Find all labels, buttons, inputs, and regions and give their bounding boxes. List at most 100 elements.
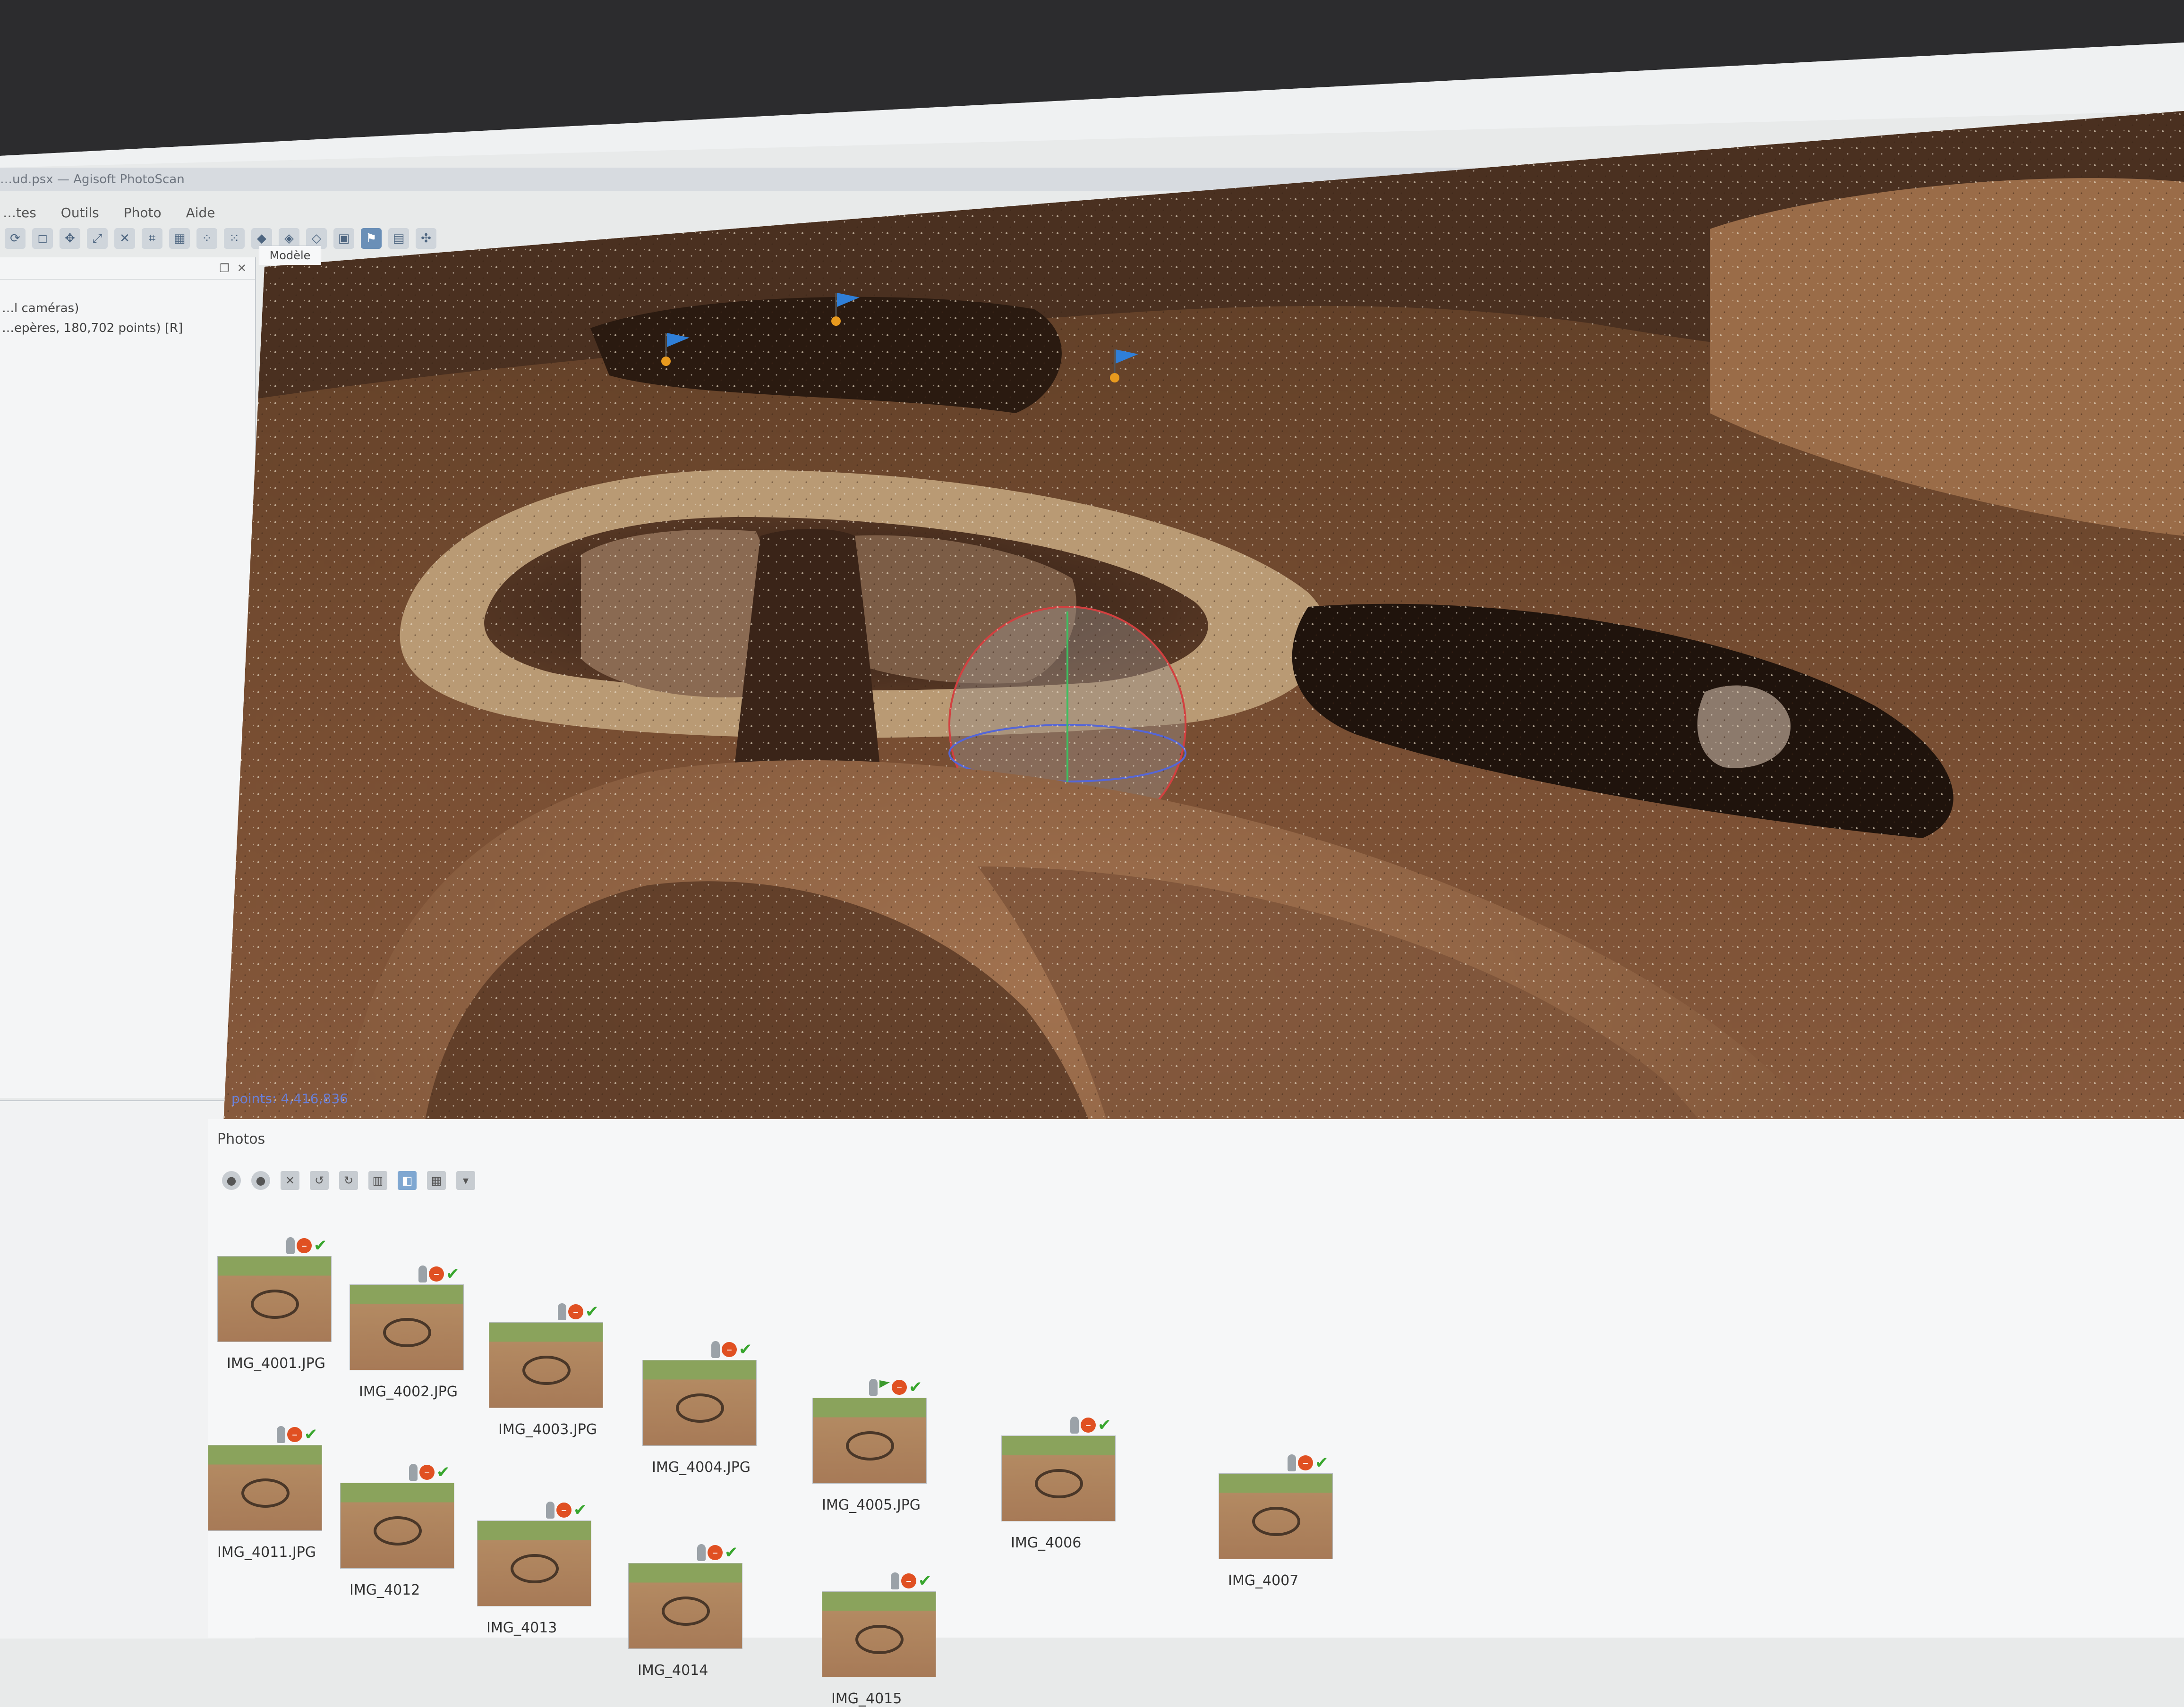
photo-filename: IMG_4005.JPG [822,1497,921,1513]
person-icon [418,1265,427,1282]
photos-panel-title: Photos [217,1131,265,1147]
move-icon[interactable]: ✥ [60,228,80,249]
photo-status-badges: – ✔ [277,1426,321,1443]
stop-icon: – [297,1238,312,1253]
check-icon: ✔ [909,1378,922,1397]
photo-thumbnail[interactable]: – ✔ IMG_4014 [628,1544,742,1679]
resize-icon[interactable]: ⤢ [87,228,108,249]
check-icon: ✔ [918,1571,932,1590]
close-panel-icon[interactable]: ✕ [237,262,247,275]
rotate-left-icon[interactable]: ↺ [310,1171,329,1190]
photo-thumbnail[interactable]: – ✔ IMG_4011.JPG [208,1426,322,1561]
menu-item[interactable]: …tes [0,203,39,224]
photo-thumbnail[interactable]: – ✔ IMG_4015 [822,1571,936,1707]
photo-filename: IMG_4004.JPG [652,1459,751,1476]
photo-thumbnail[interactable]: – ✔ IMG_4002.JPG [350,1265,464,1400]
reset-filter-icon[interactable]: ◧ [398,1171,417,1190]
rotate-icon[interactable]: ⟳ [5,228,26,249]
menu-item-help[interactable]: Aide [183,203,218,224]
photo-filename: IMG_4011.JPG [217,1544,316,1561]
stop-icon: – [1081,1418,1096,1433]
photo-thumbnail-image [217,1256,332,1342]
photo-thumbnail[interactable]: – ✔ IMG_4006 [1001,1417,1116,1551]
float-icon[interactable]: ❐ [219,262,230,275]
photo-filename: IMG_4015 [831,1690,902,1707]
photo-thumbnail[interactable]: – ✔ IMG_4005.JPG [812,1379,927,1513]
check-icon: ✔ [1315,1453,1329,1472]
region-icon[interactable]: ◻ [32,228,53,249]
show-markers-icon[interactable]: ▤ [388,228,409,249]
disable-icon[interactable]: ● [251,1171,270,1190]
photo-status-badges: – ✔ [1288,1454,1332,1471]
menu-bar: …tes Outils Photo Aide [0,203,283,224]
chunk-points-line[interactable]: …epères, 180,702 points) [R] [2,318,255,338]
filter-icon[interactable]: ▥ [368,1171,387,1190]
photo-thumbnail-image [628,1563,742,1649]
stop-icon: – [568,1304,583,1319]
photo-filename: IMG_4012 [350,1582,420,1598]
check-icon: ✔ [436,1463,450,1482]
menu-item-photo[interactable]: Photo [121,203,164,224]
person-icon [546,1502,555,1519]
chunk-cameras-line[interactable]: …l caméras) [2,298,255,318]
stop-icon: – [722,1342,737,1357]
camera-icon[interactable]: ▣ [333,228,354,249]
flag-icon [879,1380,890,1388]
rotate-right-icon[interactable]: ↻ [339,1171,358,1190]
stop-icon: – [556,1503,572,1518]
photo-status-badges: – ✔ [697,1544,742,1561]
remove-icon[interactable]: ✕ [281,1171,299,1190]
photo-thumbnail-image [1001,1435,1116,1521]
chevron-down-icon[interactable]: ▾ [456,1171,475,1190]
photo-thumbnail[interactable]: – ✔ IMG_4012 [340,1464,454,1598]
tab-model[interactable]: Modèle [259,246,321,265]
photo-thumbnail[interactable]: – ✔ IMG_4004.JPG [642,1341,757,1476]
enable-icon[interactable]: ● [222,1171,241,1190]
photo-filename: IMG_4006 [1011,1535,1082,1551]
photo-thumbnail[interactable]: – ✔ IMG_4001.JPG [217,1236,332,1372]
points-count-label: points: 4,416,836 [231,1091,348,1106]
grid-icon[interactable]: ▦ [169,228,190,249]
photo-status-badges: – ✔ [711,1341,756,1358]
photo-filename: IMG_4003.JPG [498,1421,597,1438]
dense-cloud-icon[interactable]: ⁙ [224,228,245,249]
person-icon [286,1237,295,1254]
photo-thumbnail[interactable]: – ✔ IMG_4003.JPG [489,1302,603,1438]
person-icon [869,1379,878,1396]
photo-filename: IMG_4001.JPG [227,1355,326,1372]
check-icon: ✔ [585,1302,599,1321]
person-icon [711,1341,720,1358]
photo-filename: IMG_4013 [486,1620,557,1636]
person-icon [409,1464,418,1481]
navigate-icon[interactable]: ✣ [416,228,436,249]
check-icon: ✔ [1098,1416,1111,1435]
crop-icon[interactable]: ⌗ [142,228,162,249]
photo-status-badges: – ✔ [1070,1417,1115,1434]
photo-thumbnail-image [812,1398,927,1484]
close-icon[interactable]: ✕ [114,228,135,249]
show-cameras-icon[interactable]: ⚑ [361,228,382,249]
workspace-tree[interactable]: …l caméras) …epères, 180,702 points) [R] [0,280,255,338]
photo-status-badges: – ✔ [418,1265,463,1282]
person-icon [277,1426,285,1443]
photo-thumbnail-image [208,1445,322,1531]
points-icon[interactable]: ⁘ [196,228,217,249]
photo-status-badges: – ✔ [409,1464,453,1481]
check-icon: ✔ [314,1236,327,1255]
stop-icon: – [1298,1455,1313,1470]
photo-status-badges: – ✔ [869,1379,926,1396]
view-mode-icon[interactable]: ▦ [427,1171,446,1190]
workspace-panel: ❐ ✕ …l caméras) …epères, 180,702 points)… [0,257,256,1098]
panel-header: ❐ ✕ [0,257,255,280]
stop-icon: – [892,1380,907,1395]
photo-thumbnail-image [822,1591,936,1677]
photo-thumbnail[interactable]: – ✔ IMG_4007 [1219,1454,1333,1589]
photo-thumbnail-image [642,1360,757,1446]
menu-item-tools[interactable]: Outils [58,203,102,224]
photo-status-badges: – ✔ [546,1502,590,1519]
stop-icon: – [901,1573,916,1588]
stop-icon: – [419,1465,435,1480]
photo-thumbnail[interactable]: – ✔ IMG_4013 [477,1502,591,1636]
window-title: …ud.psx — Agisoft PhotoScan [0,172,185,187]
person-icon [1288,1454,1296,1471]
